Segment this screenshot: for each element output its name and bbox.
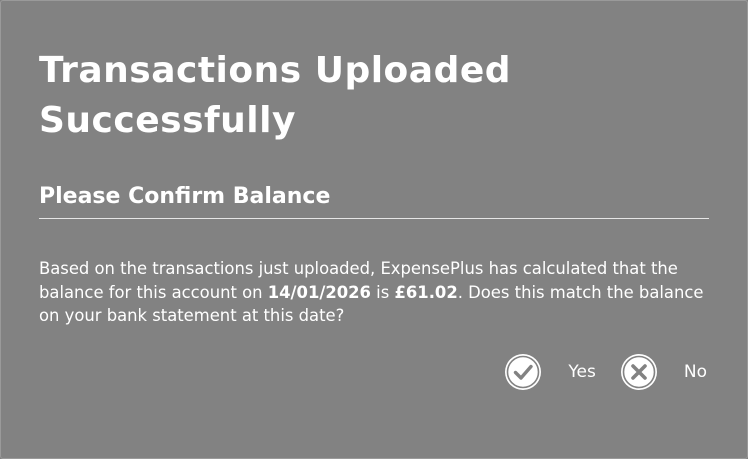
yes-button[interactable]: Yes [504,353,596,391]
balance-amount: £61.02 [394,282,458,302]
no-button[interactable]: No [620,353,707,391]
dialog-title: Transactions Uploaded Successfully [39,50,512,141]
check-circle-icon[interactable] [504,353,542,391]
balance-message: Based on the transactions just uploaded,… [39,257,714,328]
yes-label[interactable]: Yes [568,362,595,382]
no-label[interactable]: No [684,362,707,382]
x-circle-icon[interactable] [620,353,658,391]
divider [39,218,709,219]
message-text-2: is [370,282,395,302]
confirm-balance-dialog: Transactions Uploaded Successfully Pleas… [0,0,748,459]
balance-date: 14/01/2026 [267,282,371,302]
dialog-subtitle: Please Confirm Balance [39,184,331,209]
dialog-actions: Yes No [504,353,707,391]
